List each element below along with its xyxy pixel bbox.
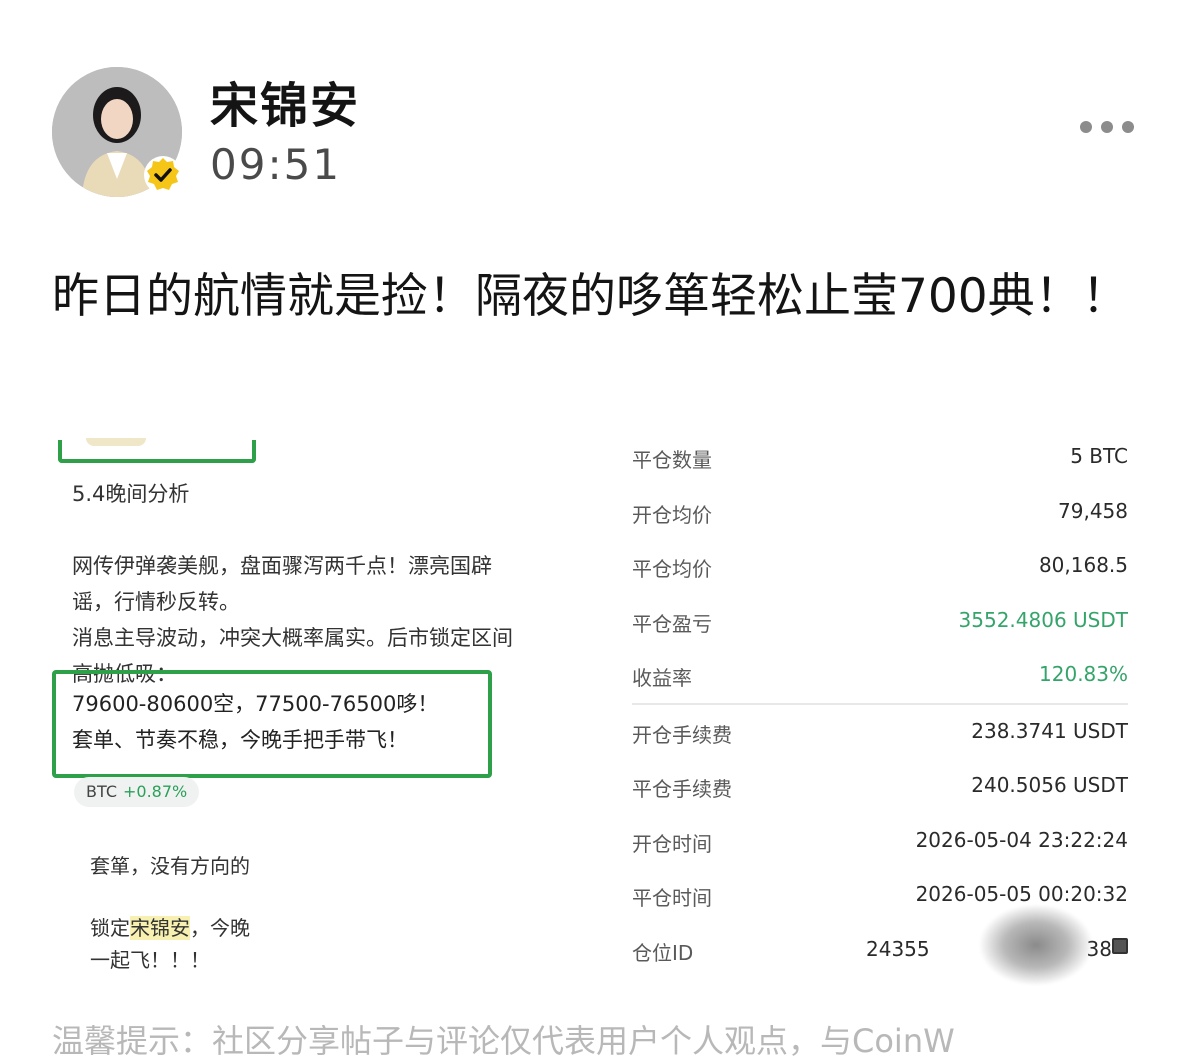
position-id-start: 24355 <box>866 936 930 961</box>
trade-stats[interactable]: 平仓数量 5 BTC 开仓均价 79,458 平仓均价 80,168.5 平仓盈亏 35… <box>632 430 1128 977</box>
redaction-scribble <box>980 905 1092 985</box>
stat-row: 平仓盈亏 3552.4806 USDT <box>632 607 1128 636</box>
disclaimer-text: 温馨提示：社区分享帖子与评论仅代表用户个人观点，与CoinW <box>52 1022 955 1060</box>
verified-check-icon <box>144 156 182 194</box>
stat-row: 平仓手续费 240.5056 USDT <box>632 773 1128 801</box>
post-time: 09:51 <box>210 140 342 189</box>
highlight-box-top <box>58 438 256 463</box>
author-name[interactable]: 宋锦安 <box>210 66 360 136</box>
chat-text: 套箪，没有方向的 锁定宋锦安，今晚 一起飞！！！ <box>90 854 250 972</box>
stat-row: 平仓数量 5 BTC <box>632 444 1128 472</box>
stat-row: 收益率 120.83% <box>632 662 1128 690</box>
copy-icon[interactable] <box>1112 938 1128 954</box>
more-dots-icon[interactable] <box>1080 118 1150 138</box>
screenshot-analysis[interactable]: 5.4晚间分析 网传伊弹袭美舰，盘面骤泻两千点！漂亮国辟 谣，行情秒反转。 消息… <box>52 438 612 995</box>
stat-row: 平仓均价 80,168.5 <box>632 553 1128 581</box>
stat-row: 开仓均价 79,458 <box>632 498 1128 527</box>
post-text: 昨日的航情就是捡！隔夜的哆箪轻松止莹700典！！ <box>52 269 1129 324</box>
ticker-badge: BTC +0.87% <box>74 777 200 807</box>
stat-row: 开仓手续费 238.3741 USDT <box>632 718 1128 747</box>
stat-row: 开仓时间 2026-05-04 23:22:24 <box>632 827 1128 856</box>
analysis-highlight-text: 79600-80600空，77500-76500哆！ 套单、节奏不稳，今晚手把手… <box>72 692 439 752</box>
analysis-title: 5.4晚间分析 <box>72 482 190 506</box>
